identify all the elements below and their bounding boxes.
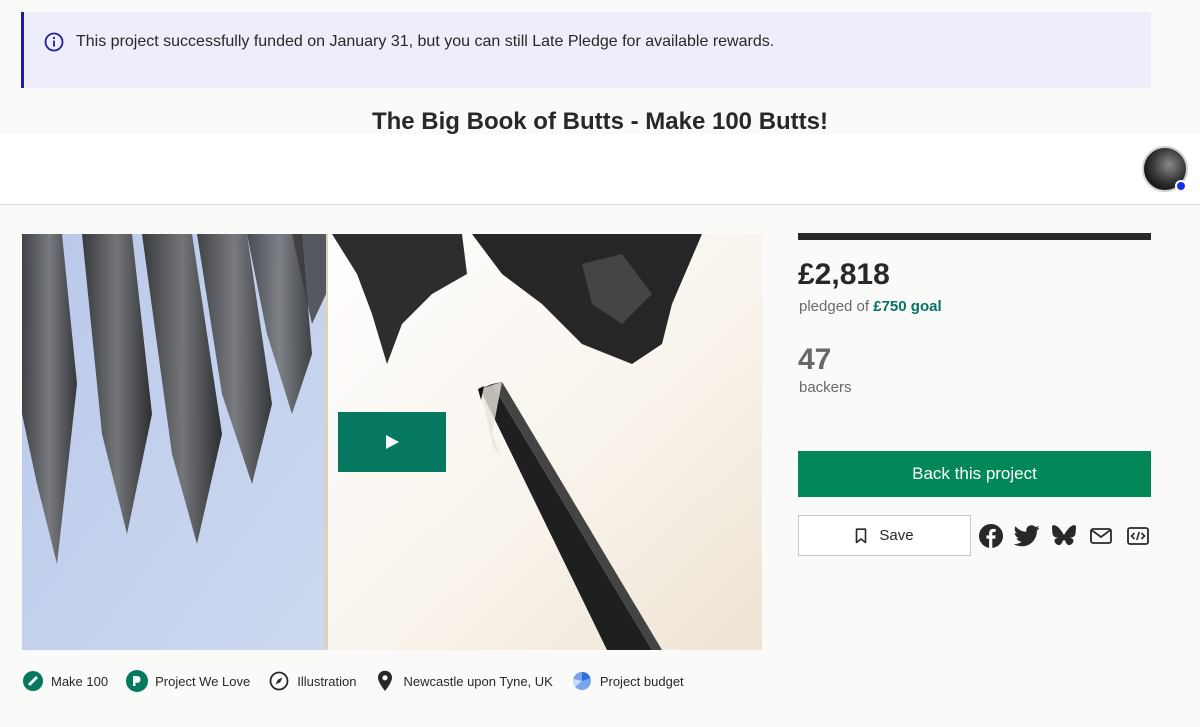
back-this-project-button[interactable]: Back this project: [798, 451, 1151, 497]
project-budget-icon: [571, 670, 593, 692]
email-icon: [1090, 528, 1112, 544]
play-video-button[interactable]: [338, 412, 446, 472]
funding-progress-bar: [798, 233, 1151, 240]
pledged-prefix: pledged of: [799, 298, 870, 315]
twitter-icon: [1014, 525, 1040, 547]
email-share-button[interactable]: [1088, 523, 1114, 549]
twitter-share-button[interactable]: [1014, 523, 1040, 549]
header-bar: [0, 134, 1200, 205]
tag-make-100[interactable]: Make 100: [22, 670, 108, 692]
goal-amount: £750 goal: [873, 298, 942, 315]
late-pledge-notice: This project successfully funded on Janu…: [21, 12, 1151, 88]
bluesky-icon: [1052, 525, 1076, 546]
tag-label: Make 100: [51, 673, 109, 689]
make100-icon: [22, 670, 44, 692]
backers-label: backers: [799, 379, 852, 396]
facebook-share-button[interactable]: [978, 523, 1004, 549]
pledged-amount: £2,818: [798, 258, 890, 291]
info-icon: [44, 32, 64, 52]
tag-label: Project We Love: [155, 673, 251, 689]
play-icon: [386, 435, 399, 449]
save-button[interactable]: Save: [798, 515, 971, 556]
tag-project-budget[interactable]: Project budget: [571, 670, 684, 692]
notice-text: This project successfully funded on Janu…: [76, 33, 775, 50]
tag-project-we-love[interactable]: Project We Love: [126, 670, 250, 692]
tag-label: Project budget: [599, 673, 684, 689]
bluesky-share-button[interactable]: [1051, 523, 1077, 549]
tag-illustration[interactable]: Illustration: [268, 670, 356, 692]
embed-share-button[interactable]: [1125, 523, 1151, 549]
facebook-icon: [979, 524, 1003, 548]
pledged-of-goal: pledged of £750 goal: [799, 298, 942, 315]
bookmark-icon: [856, 527, 867, 543]
location-pin-icon: [374, 670, 396, 692]
save-label: Save: [879, 527, 914, 544]
tag-location[interactable]: Newcastle upon Tyne, UK: [374, 670, 553, 692]
title-band: The Big Book of Butts - Make 100 Butts!: [0, 100, 1200, 136]
tag-label: Newcastle upon Tyne, UK: [403, 673, 553, 689]
backers-count: 47: [798, 343, 832, 376]
tag-label: Illustration: [297, 673, 357, 689]
embed-icon: [1127, 527, 1149, 545]
project-tags: Make 100 Project We Love Illustration Ne…: [22, 668, 702, 694]
compass-icon: [268, 670, 290, 692]
funding-progress-fill: [798, 233, 1151, 240]
online-status-dot: [1175, 180, 1187, 192]
project-we-love-icon: [126, 670, 149, 692]
